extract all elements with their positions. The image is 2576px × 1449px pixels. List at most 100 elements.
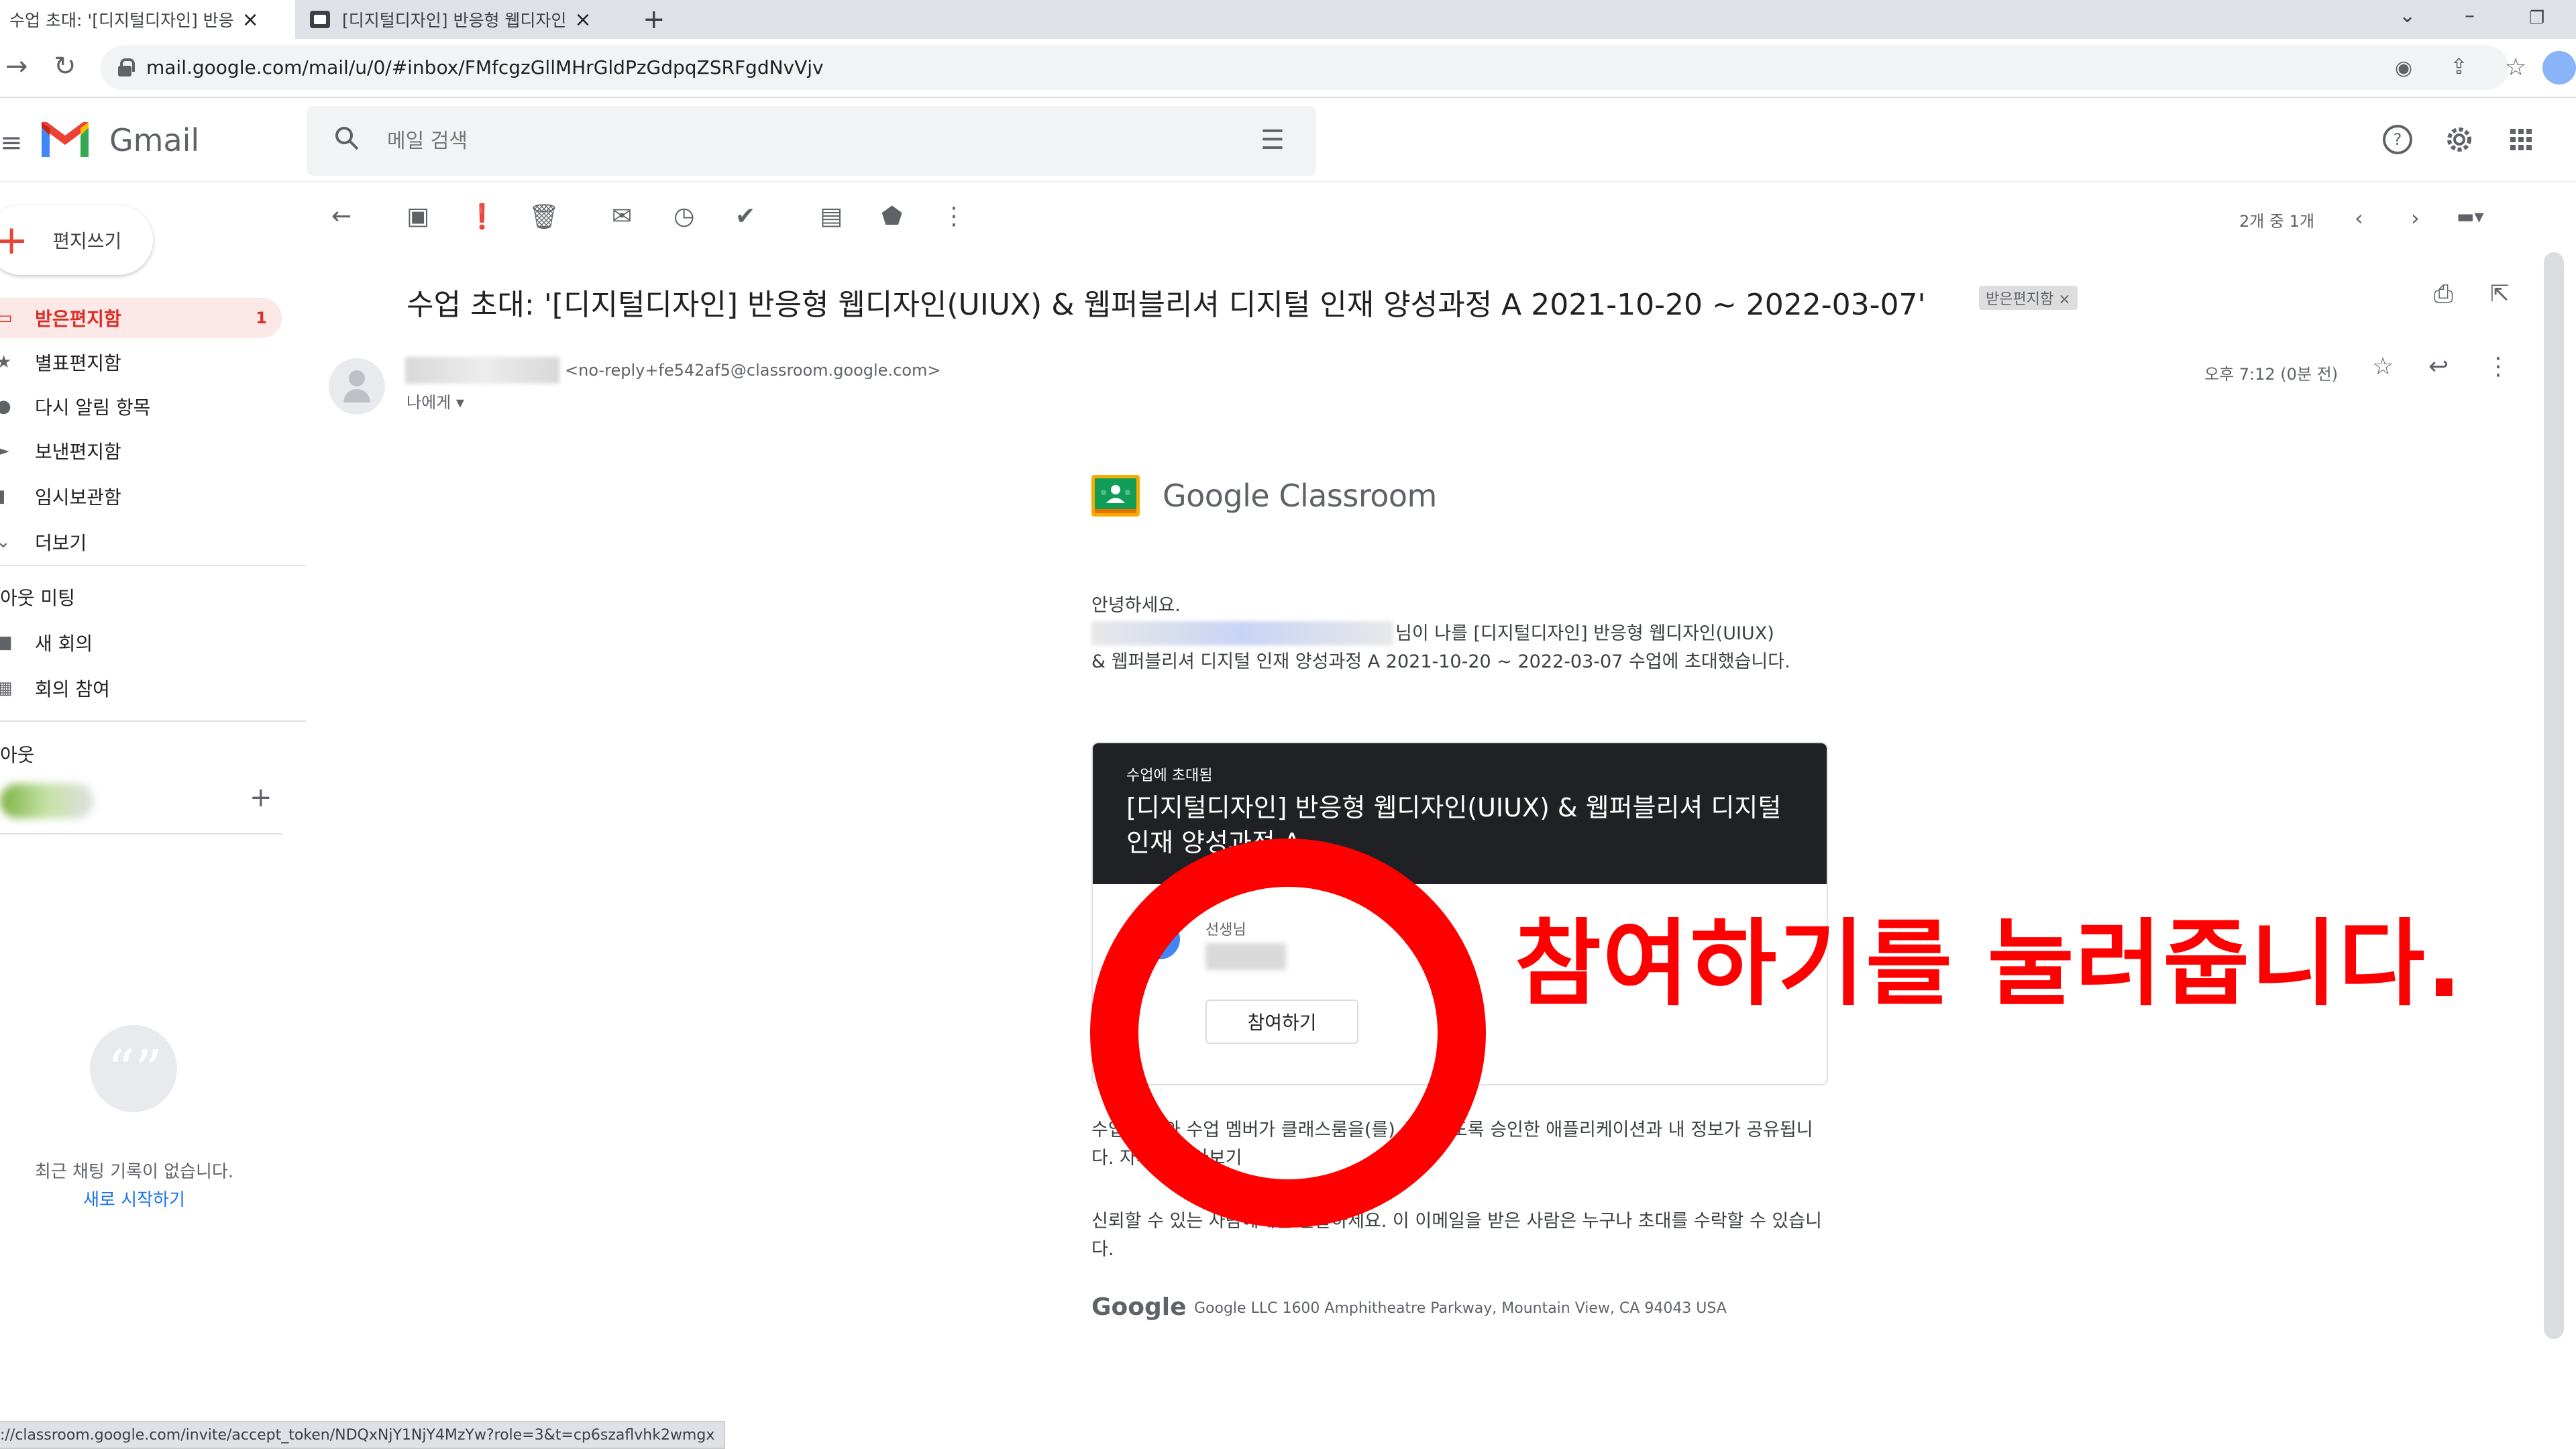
sidebar-item-inbox[interactable]: ▭ 받은편지함 1 xyxy=(0,298,282,338)
main-menu-icon[interactable]: ≡ xyxy=(0,127,23,158)
sidebar-item-label: 회의 참여 xyxy=(35,678,110,700)
sidebar-item-label: 임시보관함 xyxy=(35,486,121,508)
annotation-text: 참여하기를 눌러줍니다. xyxy=(1515,910,2463,1019)
hangouts-header: 아웃 xyxy=(0,744,35,766)
help-icon[interactable]: ? xyxy=(2380,122,2415,157)
search-options-icon[interactable]: ☰ xyxy=(1260,125,1285,156)
label-icon[interactable]: ⬟ xyxy=(881,203,902,230)
sender-avatar xyxy=(329,358,385,415)
lock-icon xyxy=(117,58,135,78)
sidebar-item-label: 다시 알림 항목 xyxy=(35,396,151,419)
add-contact-icon[interactable]: + xyxy=(250,782,272,813)
greeting-text: 안녕하세요. xyxy=(1091,595,1181,616)
google-address: Google LLC 1600 Amphitheatre Parkway, Mo… xyxy=(1194,1300,1727,1317)
back-icon[interactable]: ← xyxy=(331,203,352,230)
apps-icon[interactable] xyxy=(2504,122,2538,157)
gmail-logo-icon[interactable] xyxy=(39,119,91,160)
star-icon[interactable]: ☆ xyxy=(2372,353,2394,380)
recipient-details[interactable]: 나에게 ▾ xyxy=(407,389,464,413)
sidebar-item-new-meeting[interactable]: ■ 새 회의 xyxy=(0,623,282,663)
sidebar-divider xyxy=(0,833,282,835)
video-icon: ■ xyxy=(0,633,13,653)
sidebar-item-more[interactable]: ⌄ 더보기 xyxy=(0,522,282,562)
minimize-icon[interactable]: – xyxy=(2465,4,2475,28)
chat-bubble-icon xyxy=(90,1025,177,1112)
browser-toolbar: → ↻ mail.google.com/mail/u/0/#inbox/FMfc… xyxy=(0,39,2576,98)
star-icon: ★ xyxy=(0,352,12,372)
browser-tab-bar: 수업 초대: '[디지털디자인] 반응 × [디지털디자인] 반응형 웹디자인 … xyxy=(0,0,2576,39)
pager-text: 2개 중 1개 xyxy=(2239,212,2315,231)
snooze-icon: ● xyxy=(0,396,11,417)
snooze-icon[interactable]: ◷ xyxy=(674,203,694,230)
forward-notice: 신뢰할 수 있는 사람에게만 전달하세요. 이 이메일을 받은 사람은 누구나 … xyxy=(1091,1211,1822,1260)
sidebar-divider xyxy=(0,720,306,722)
mail-time: 오후 7:12 (0분 전) xyxy=(2204,365,2339,384)
sidebar-item-label: 받은편지함 xyxy=(35,308,121,330)
sidebar-item-label: 별표편지함 xyxy=(35,352,121,374)
hangouts-user-avatar[interactable] xyxy=(0,784,94,818)
eye-icon[interactable]: ◉ xyxy=(2395,56,2412,80)
search-input[interactable] xyxy=(387,125,1192,157)
restore-icon[interactable]: ❐ xyxy=(2529,8,2544,28)
sender-name-redacted xyxy=(405,357,559,384)
browser-tab[interactable]: [디지털디자인] 반응형 웹디자인 × xyxy=(310,0,619,39)
search-icon[interactable] xyxy=(333,125,360,152)
recipient-label: 나에게 xyxy=(407,393,451,412)
add-task-icon[interactable]: ✔ xyxy=(735,203,755,230)
invite-text-line1: 님이 나를 [디지털디자인] 반응형 웹디자인(UIUX) xyxy=(1395,623,1774,644)
scrollbar[interactable] xyxy=(2544,252,2564,1339)
move-icon[interactable]: ▤ xyxy=(820,203,843,230)
sidebar-item-sent[interactable]: ► 보낸편지함 xyxy=(0,431,282,471)
settings-icon[interactable] xyxy=(2442,122,2477,157)
input-tools-icon[interactable]: ▬▾ xyxy=(2457,205,2484,227)
mark-unread-icon[interactable]: ✉ xyxy=(612,203,632,230)
compose-label: 편지쓰기 xyxy=(52,230,122,252)
keyboard-icon: ▦ xyxy=(0,678,13,698)
open-new-window-icon[interactable]: ⇱ xyxy=(2490,280,2510,307)
tab-title: 수업 초대: '[디지털디자인] 반응 xyxy=(9,11,234,30)
profile-avatar[interactable] xyxy=(2542,51,2576,85)
newer-icon[interactable]: ‹ xyxy=(2355,205,2363,231)
meet-header: 아웃 미팅 xyxy=(0,587,75,609)
inbox-icon: ▭ xyxy=(0,308,13,328)
url-text[interactable]: mail.google.com/mail/u/0/#inbox/FMfcgzGl… xyxy=(146,56,824,78)
sidebar-item-starred[interactable]: ★ 별표편지함 xyxy=(0,342,282,382)
tab-close-icon[interactable]: × xyxy=(242,8,259,32)
sidebar-item-drafts[interactable]: ▮ 임시보관함 xyxy=(0,476,282,517)
archive-icon[interactable]: ▣ xyxy=(407,203,429,230)
tab-favicon-icon xyxy=(310,11,330,28)
refresh-icon[interactable]: ↻ xyxy=(54,51,76,82)
gmail-header: ≡ Gmail ☰ ? xyxy=(0,99,2576,182)
chevron-down-icon: ▾ xyxy=(455,393,464,412)
tab-close-icon[interactable]: × xyxy=(574,8,591,32)
report-spam-icon[interactable]: ❗ xyxy=(467,203,497,231)
reply-icon[interactable]: ↩ xyxy=(2428,353,2449,380)
draft-icon: ▮ xyxy=(0,486,6,506)
sidebar-item-label: 더보기 xyxy=(35,532,87,554)
inbox-label-chip[interactable]: 받은편지함 × xyxy=(1979,286,2078,310)
print-icon[interactable]: ⎙ xyxy=(2434,280,2453,309)
inviter-redacted xyxy=(1091,621,1393,645)
google-logo: Google xyxy=(1091,1293,1187,1321)
address-bar[interactable]: mail.google.com/mail/u/0/#inbox/FMfcgzGl… xyxy=(101,46,2526,90)
forward-icon[interactable]: → xyxy=(5,51,28,82)
unread-count: 1 xyxy=(256,309,267,327)
invite-text-line2: & 웹퍼블리셔 디지털 인재 양성과정 A 2021-10-20 ~ 2022-… xyxy=(1091,651,1790,672)
star-icon[interactable]: ☆ xyxy=(2505,54,2526,81)
more-icon[interactable]: ⋮ xyxy=(2486,353,2510,380)
older-icon[interactable]: › xyxy=(2411,205,2420,231)
delete-icon[interactable]: 🗑 xyxy=(529,203,559,231)
compose-button[interactable]: + 편지쓰기 xyxy=(0,205,153,275)
mail-subject: 수업 초대: '[디지털디자인] 반응형 웹디자인(UIUX) & 웹퍼블리셔 … xyxy=(407,288,1926,322)
new-tab-button[interactable]: + xyxy=(643,4,665,35)
share-icon[interactable]: ⇪ xyxy=(2450,54,2468,79)
more-icon[interactable]: ⋮ xyxy=(942,203,966,230)
search-box[interactable]: ☰ xyxy=(307,106,1316,176)
chevron-down-icon: ⌄ xyxy=(0,532,11,552)
start-chat-link[interactable]: 새로 시작하기 xyxy=(13,1186,255,1211)
sidebar-item-snoozed[interactable]: ● 다시 알림 항목 xyxy=(0,386,282,427)
browser-tab-active[interactable]: 수업 초대: '[디지털디자인] 반응 × xyxy=(0,0,295,39)
tab-search-icon[interactable]: ⌄ xyxy=(2399,4,2416,28)
tab-title: [디지털디자인] 반응형 웹디자인 xyxy=(342,11,567,30)
sidebar-item-join-meeting[interactable]: ▦ 회의 참여 xyxy=(0,668,282,708)
